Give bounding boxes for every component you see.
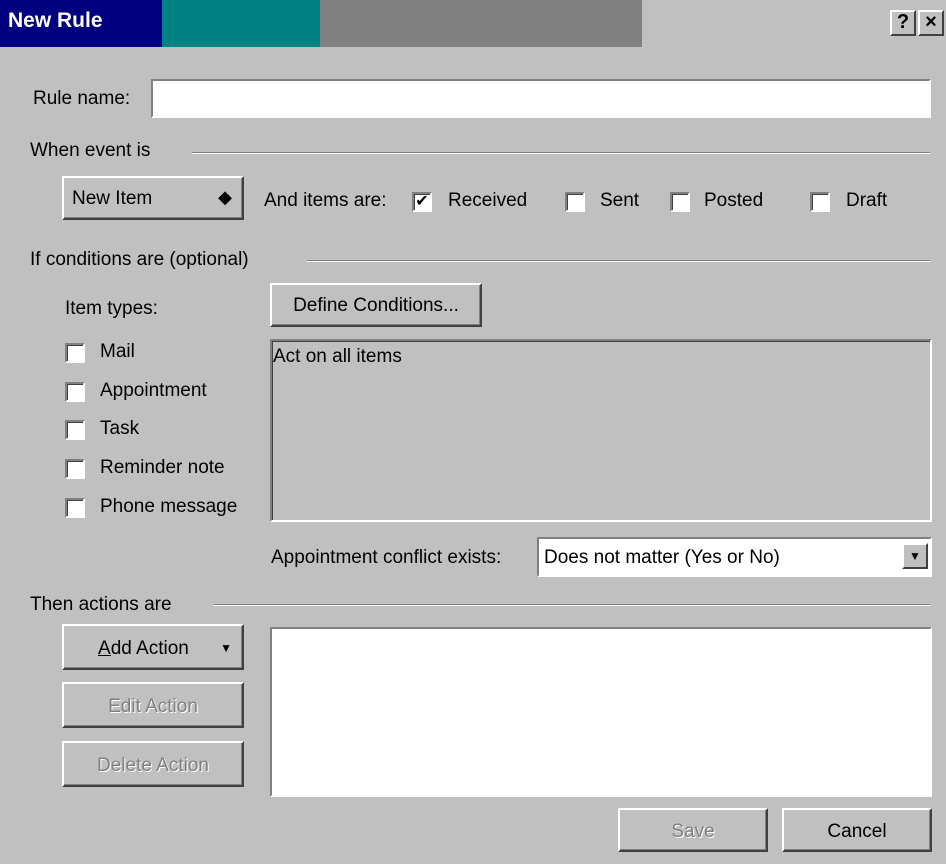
mail-label: Mail <box>100 341 135 362</box>
received-checkbox[interactable]: ✔ <box>412 192 432 212</box>
appointment-label: Appointment <box>100 380 207 401</box>
cancel-label: Cancel <box>827 821 887 842</box>
help-icon: ? <box>896 11 910 33</box>
conditions-description-text: Act on all items <box>273 346 402 367</box>
dropdown-arrow-icon[interactable]: ▼ <box>902 543 928 569</box>
add-action-label: Add Action <box>98 638 189 659</box>
updown-arrow-icon: ◆ <box>218 187 232 207</box>
close-icon: × <box>925 11 937 33</box>
dropdown-arrow-icon: ▼ <box>220 641 232 655</box>
conflict-value: Does not matter (Yes or No) <box>544 547 780 568</box>
title-bar[interactable] <box>0 0 946 47</box>
conflict-label: Appointment conflict exists: <box>271 547 502 568</box>
add-action-button[interactable]: Add Action ▼ <box>62 624 244 670</box>
rule-name-input[interactable] <box>151 79 931 118</box>
draft-label: Draft <box>846 190 888 211</box>
task-label: Task <box>100 418 140 439</box>
items-are-label: And items are: <box>264 190 387 211</box>
delete-action-label: Delete Action <box>97 755 209 776</box>
save-label: Save <box>671 821 715 842</box>
posted-label: Posted <box>704 190 764 211</box>
actions-divider <box>214 604 930 606</box>
conditions-group-label: If conditions are (optional) <box>30 249 249 270</box>
posted-checkbox[interactable] <box>670 192 690 212</box>
define-conditions-label: Define Conditions... <box>293 295 459 316</box>
rule-name-label: Rule name: <box>33 88 131 109</box>
appointment-checkbox[interactable] <box>65 382 85 402</box>
define-conditions-button[interactable]: Define Conditions... <box>270 283 482 327</box>
conflict-select[interactable]: Does not matter (Yes or No) ▼ <box>537 537 932 577</box>
help-button[interactable]: ? <box>890 10 916 36</box>
edit-action-button[interactable]: Edit Action <box>62 682 244 728</box>
window-title: New Rule <box>8 9 103 32</box>
checkmark-icon: ✔ <box>415 193 429 210</box>
when-event-divider <box>192 152 930 154</box>
delete-action-button[interactable]: Delete Action <box>62 741 244 787</box>
draft-checkbox[interactable] <box>810 192 830 212</box>
event-type-value: New Item <box>72 188 153 209</box>
conditions-description-box[interactable]: Act on all items <box>270 339 932 522</box>
actions-group-label: Then actions are <box>30 594 172 615</box>
edit-action-label: Edit Action <box>108 696 198 717</box>
phone-message-checkbox[interactable] <box>65 498 85 518</box>
phone-message-label: Phone message <box>100 496 238 517</box>
mail-checkbox[interactable] <box>65 343 85 363</box>
task-checkbox[interactable] <box>65 420 85 440</box>
save-button[interactable]: Save <box>618 808 768 852</box>
sent-checkbox[interactable] <box>565 192 585 212</box>
received-label: Received <box>448 190 528 211</box>
item-types-label: Item types: <box>65 298 158 319</box>
close-button[interactable]: × <box>918 10 944 36</box>
cancel-button[interactable]: Cancel <box>782 808 932 852</box>
sent-label: Sent <box>600 190 640 211</box>
reminder-note-label: Reminder note <box>100 457 225 478</box>
reminder-note-checkbox[interactable] <box>65 459 85 479</box>
conditions-divider <box>307 260 930 262</box>
when-event-group-label: When event is <box>30 140 151 161</box>
event-type-select[interactable]: New Item ◆ <box>62 176 244 220</box>
actions-list[interactable] <box>270 627 932 797</box>
